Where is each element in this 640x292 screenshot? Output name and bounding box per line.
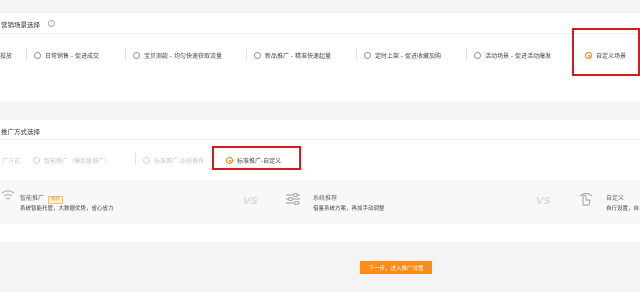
separator (125, 48, 126, 60)
separator (246, 48, 247, 60)
scene-option-daily-sales[interactable]: 日常销售 - 促进成交 (34, 51, 99, 60)
radio-icon (474, 52, 481, 59)
scene-option-label: 日常销售 - 促进成交 (45, 53, 99, 60)
settings-sliders-icon (286, 193, 300, 205)
smart-promo-icon (1, 190, 15, 200)
smart-promo-title-text: 智能推广 (20, 195, 45, 202)
promo-option-smart: 智能推广（爆品量推广） (33, 156, 110, 165)
radio-icon (254, 52, 261, 59)
vs-label: VS (243, 196, 258, 207)
smart-promo-desc: 系统智能托管，大数据优势，省心省力 (20, 206, 114, 212)
promo-option-label: 广方式 (2, 158, 21, 165)
hand-pointer-icon (579, 193, 593, 206)
system-rec-title: 系统推荐 (313, 195, 338, 202)
scene-option-product-test[interactable]: 宝贝测款 - 均匀快速获取流量 (133, 51, 222, 60)
promo-section-title: 推广方式选择 (1, 128, 40, 136)
system-rec-desc: 借鉴系统方案，再加手动调整 (313, 206, 385, 212)
help-icon[interactable]: ? (48, 20, 55, 27)
scene-section-title: 营销场景选择 (1, 21, 40, 29)
custom-title: 自定义 (606, 195, 625, 202)
separator (466, 48, 467, 60)
highlight-box (572, 28, 640, 76)
separator (135, 153, 136, 165)
promo-option-system: 标准推广-系统推荐 (143, 156, 204, 165)
promo-option-label: 智能推广（爆品量推广） (44, 158, 111, 165)
smart-promo-title: 智能推广 推荐 (20, 193, 64, 204)
scene-option-new-product[interactable]: 新品推广 - 精准快速起量 (254, 51, 331, 60)
separator (356, 48, 357, 60)
scene-panel: 营销场景选择 ? 投放 日常销售 - 促进成交 宝贝测款 - 均匀快速获取流量 … (0, 13, 640, 101)
radio-icon (33, 157, 40, 164)
scene-option-label: 活动场景 - 促进活动爆发 (485, 53, 551, 60)
scene-option-label: 投放 (0, 53, 13, 60)
next-step-button[interactable]: 下一步，进入推广设置 (360, 261, 432, 274)
radio-icon (143, 157, 150, 164)
recommend-badge: 推荐 (48, 196, 64, 204)
separator (26, 48, 27, 60)
scene-option-label: 宝贝测款 - 均匀快速获取流量 (144, 53, 222, 60)
comparison-strip: 智能推广 推荐 系统智能托管，大数据优势，省心省力 VS 系统推荐 借鉴系统方案，… (0, 180, 640, 224)
scene-option-0[interactable]: 投放 (0, 51, 12, 60)
divider (0, 139, 640, 140)
vs-label: VS (536, 196, 551, 207)
promo-option-0: 广方式 (2, 156, 20, 165)
promo-option-label: 标准推广-系统推荐 (154, 158, 205, 165)
scene-option-label: 新品推广 - 精准快速起量 (265, 53, 331, 60)
highlight-box (212, 146, 301, 170)
scene-option-campaign[interactable]: 活动场景 - 促进活动爆发 (474, 51, 551, 60)
scene-option-scheduled-listing[interactable]: 定时上架 - 促进收藏加购 (364, 51, 441, 60)
radio-icon (133, 52, 140, 59)
divider (0, 33, 640, 34)
custom-desc: 自行设置，自 (606, 206, 640, 212)
radio-icon (34, 52, 41, 59)
scene-option-label: 定时上架 - 促进收藏加购 (375, 53, 441, 60)
radio-icon (364, 52, 371, 59)
